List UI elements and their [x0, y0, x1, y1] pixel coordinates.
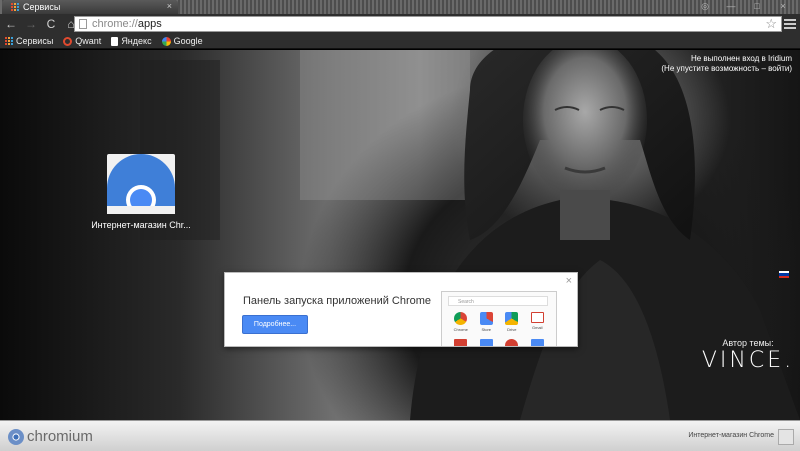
url-path: apps — [137, 18, 162, 30]
drive-icon — [505, 312, 519, 325]
bookmark-label: Сервисы — [16, 36, 54, 46]
webstore-shelf-icon[interactable] — [778, 429, 794, 445]
reload-button[interactable]: C — [42, 15, 60, 33]
menu-icon[interactable] — [784, 17, 796, 31]
theme-background-photo — [140, 50, 800, 420]
russian-flag-icon[interactable] — [779, 271, 789, 278]
preview-app-label: Drive — [507, 327, 517, 332]
preview-app-label: Gmail — [532, 325, 543, 330]
apps-grid-icon — [10, 3, 19, 12]
bookmark-services[interactable]: Сервисы — [4, 36, 53, 46]
app-tile-webstore[interactable]: Интернет-магазин Chr... — [86, 154, 196, 230]
gmail-icon — [530, 312, 544, 323]
signin-prompt[interactable]: Не выполнен вход в Iridium (Не упустите … — [661, 54, 792, 74]
bookmark-yandex[interactable]: Яндекс — [111, 36, 152, 46]
bookmark-google[interactable]: Google — [161, 36, 203, 46]
bookmark-label: Яндекс — [121, 36, 152, 46]
close-window-button[interactable]: × — [770, 0, 796, 12]
preview-search-field: Search — [448, 296, 548, 306]
tab-title: Сервисы — [23, 2, 61, 12]
webstore-icon — [479, 312, 493, 325]
url-scheme: chrome:// — [92, 18, 138, 30]
maximize-button[interactable]: □ — [744, 0, 770, 12]
theme-attribution: Автор темы: VINCE. — [700, 338, 796, 373]
app-icon — [505, 339, 519, 346]
preview-app-store: Store — [474, 312, 500, 332]
preview-app-label: Chrome — [453, 327, 468, 332]
bookmark-label: Google — [173, 36, 203, 46]
chromium-wordmark: chromium — [27, 428, 93, 445]
tab-close-icon[interactable]: × — [167, 1, 172, 11]
preview-app-gmail: Gmail — [525, 312, 551, 332]
qwant-icon — [63, 36, 73, 46]
window-controls: ◎ — □ × — [692, 0, 796, 12]
window-titlebar: Сервисы × ◎ — □ × — [0, 0, 800, 14]
preview-app-chrome: Chrome — [448, 312, 474, 332]
app-icon — [454, 339, 468, 346]
preview-apps-grid: Chrome Store Drive Gmail — [448, 312, 551, 346]
chromium-icon — [8, 428, 24, 445]
user-icon[interactable]: ◎ — [692, 0, 718, 12]
page-icon — [79, 19, 87, 29]
chrome-icon — [454, 312, 468, 325]
app-icon — [530, 339, 544, 346]
back-button[interactable]: ← — [2, 15, 20, 33]
promo-close-icon[interactable]: × — [566, 275, 572, 287]
apps-grid-icon — [4, 37, 13, 46]
forward-button[interactable]: → — [22, 15, 40, 33]
address-bar[interactable]: chrome://apps ☆ — [74, 16, 782, 32]
launcher-shelf: chromium Интернет-магазин Chrome — [0, 420, 800, 451]
promo-title: Панель запуска приложений Chrome — [243, 295, 432, 307]
browser-tab[interactable]: Сервисы × — [2, 0, 178, 14]
preview-app-drive: Drive — [499, 312, 525, 332]
theme-author-name: VINCE. — [701, 348, 795, 373]
shelf-item-label[interactable]: Интернет-магазин Chrome — [688, 432, 774, 439]
webstore-icon — [107, 154, 175, 215]
address-url[interactable]: chrome://apps — [92, 18, 162, 30]
preview-app-label: Store — [481, 327, 492, 332]
app-icon — [479, 339, 493, 346]
learn-more-button[interactable]: Подробнее... — [242, 315, 308, 334]
chromium-brand[interactable]: chromium — [8, 428, 93, 445]
signin-link[interactable]: (Не упустите возможность – войти) — [661, 64, 792, 74]
preview-app — [499, 339, 525, 346]
bookmark-star-icon[interactable]: ☆ — [765, 16, 777, 32]
yandex-icon — [111, 36, 119, 46]
theme-author-label: Автор темы: — [722, 338, 774, 348]
minimize-button[interactable]: — — [718, 0, 744, 12]
preview-app — [448, 339, 474, 346]
bookmarks-bar: Сервисы Qwant Яндекс Google — [0, 34, 800, 49]
bookmark-qwant[interactable]: Qwant — [63, 36, 101, 46]
apps-page: Не выполнен вход в Iridium (Не упустите … — [0, 50, 800, 420]
app-launcher-promo: Панель запуска приложений Chrome Подробн… — [224, 272, 578, 347]
preview-app — [525, 339, 551, 346]
app-label: Интернет-магазин Chr... — [91, 220, 191, 230]
google-icon — [161, 36, 171, 46]
bookmark-label: Qwant — [75, 36, 102, 46]
preview-app — [474, 339, 500, 346]
signin-status: Не выполнен вход в Iridium — [690, 54, 792, 63]
launcher-preview: Search Chrome Store Drive Gmail — [441, 291, 557, 346]
